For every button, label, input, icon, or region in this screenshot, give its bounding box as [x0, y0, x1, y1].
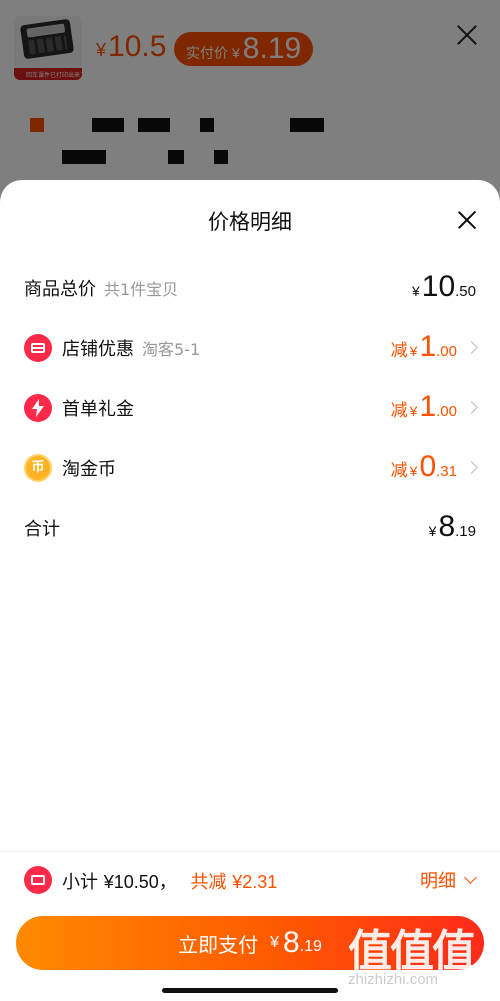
row-amount: 减 ¥ 1 .00	[390, 328, 478, 368]
subtotal-amount: ¥10.50	[103, 872, 159, 892]
row-amount: 减 ¥ 1 .00	[390, 388, 478, 428]
chevron-right-icon	[465, 401, 478, 414]
order-summary: 小计 ¥10.50， 共减 ¥2.31 明细	[0, 858, 500, 902]
detail-toggle-button[interactable]: 明细	[420, 866, 477, 894]
pay-button-label: 立即支付	[178, 932, 259, 957]
discount-prefix: 减	[390, 341, 408, 361]
price-row-first-order-gift[interactable]: 首单礼金 减 ¥ 1 .00	[0, 388, 500, 428]
shop-icon	[24, 334, 52, 362]
discount-prefix: 减	[390, 401, 408, 421]
chevron-right-icon	[465, 341, 478, 354]
subtotal-label: 小计	[62, 872, 98, 893]
amount-decimal: .00	[436, 343, 457, 360]
amount-integer: 0	[419, 450, 437, 483]
pay-amount-decimal: .19	[299, 938, 322, 955]
home-indicator[interactable]	[162, 988, 338, 993]
discount-prefix: 减	[390, 461, 408, 481]
chevron-right-icon	[465, 461, 478, 474]
chevron-down-icon	[464, 870, 477, 884]
currency-symbol: ¥	[411, 283, 420, 299]
price-row-total: 合计 ¥ 8 .19	[0, 508, 500, 548]
row-label: 首单礼金	[62, 399, 134, 420]
amount-decimal: .31	[436, 463, 457, 480]
currency-symbol: ¥	[409, 343, 418, 359]
row-label: 合计	[24, 519, 60, 540]
amount-integer: 10	[421, 270, 456, 303]
coupon-icon	[24, 866, 52, 894]
currency-symbol: ¥	[409, 403, 418, 419]
price-row-shop-discount[interactable]: 店铺优惠 淘客5-1 减 ¥ 1 .00	[0, 328, 500, 368]
close-icon[interactable]	[457, 210, 477, 230]
currency-symbol: ¥	[409, 463, 418, 479]
price-row-goods-total: 商品总价 共1件宝贝 ¥ 10 .50	[0, 268, 500, 308]
row-amount: 减 ¥ 0 .31	[390, 448, 478, 488]
discount-total-amount: ¥2.31	[232, 872, 278, 892]
amount-decimal: .19	[455, 523, 476, 540]
watermark-logo: 值值值	[348, 926, 476, 977]
amount-integer: 8	[438, 510, 456, 543]
amount-decimal: .00	[436, 403, 457, 420]
watermark-url: zhizhizhi.com	[348, 971, 439, 988]
amount-integer: 1	[419, 330, 437, 363]
lightning-icon	[24, 394, 52, 422]
summary-text: 小计 ¥10.50， 共减 ¥2.31	[62, 868, 277, 894]
row-label: 店铺优惠	[62, 339, 134, 360]
detail-label: 明细	[420, 871, 456, 892]
amount-decimal: .50	[455, 283, 476, 300]
row-sublabel: 共1件宝贝	[104, 280, 179, 299]
discount-total-label: 共减	[190, 872, 227, 893]
pay-amount-integer: 8	[282, 926, 300, 959]
row-sublabel: 淘客5-1	[142, 340, 201, 359]
separator: ，	[158, 872, 177, 893]
sheet-title: 价格明细	[208, 210, 292, 234]
row-label: 淘金币	[62, 459, 116, 480]
coin-icon: 币	[24, 454, 52, 482]
pay-currency: ¥	[270, 934, 279, 951]
coin-glyph: 币	[31, 460, 45, 475]
amount-integer: 1	[419, 390, 437, 423]
price-row-taojinbi[interactable]: 币 淘金币 减 ¥ 0 .31	[0, 448, 500, 488]
row-amount: ¥ 8 .19	[429, 508, 476, 548]
divider	[0, 851, 500, 852]
currency-symbol: ¥	[428, 523, 437, 539]
row-amount: ¥ 10 .50	[412, 268, 476, 308]
watermark: 值值值 zhizhizhi.com	[348, 915, 476, 988]
row-label: 商品总价	[24, 279, 96, 300]
